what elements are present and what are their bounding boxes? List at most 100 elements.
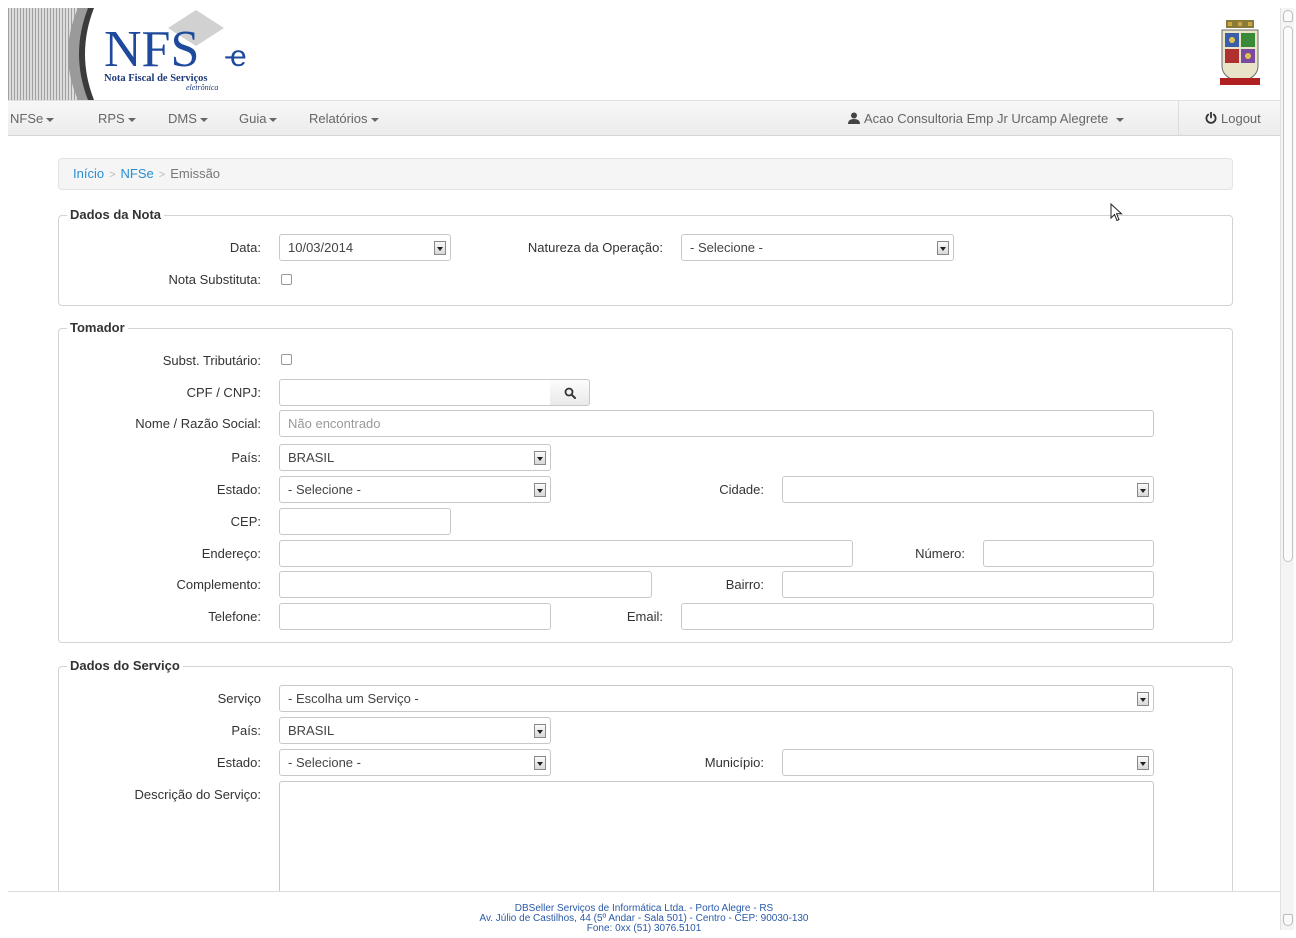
natureza-label: Natureza da Operação: [527, 240, 663, 255]
nav-label: Relatórios [309, 111, 368, 126]
cep-input[interactable] [279, 508, 451, 535]
chevron-down-icon [127, 117, 136, 122]
breadcrumb: Início > NFSe > Emissão [58, 158, 1233, 190]
numero-label: Número: [915, 546, 965, 561]
servico-pais-select[interactable]: BRASIL [279, 717, 551, 744]
dropdown-arrow-icon [534, 724, 546, 738]
chevron-down-icon [199, 117, 208, 122]
complemento-input[interactable] [279, 571, 652, 598]
descricao-label: Descrição do Serviço: [134, 787, 261, 802]
cpf-search-button[interactable] [550, 379, 590, 406]
telefone-input[interactable] [279, 603, 551, 630]
subst-tributario-checkbox[interactable] [281, 354, 292, 365]
page: NFS - e Nota Fiscal de Serviços eletrôni… [8, 8, 1280, 938]
dropdown-arrow-icon [937, 241, 949, 255]
dropdown-arrow-icon [1137, 692, 1149, 706]
svg-text:e: e [230, 40, 247, 73]
nfse-logo: NFS - e Nota Fiscal de Serviços eletrôni… [8, 8, 247, 100]
natureza-value: - Selecione - [690, 240, 763, 255]
nav-label: DMS [168, 111, 197, 126]
complemento-label: Complemento: [176, 577, 261, 592]
servico-value: - Escolha um Serviço - [288, 691, 419, 706]
tomador-fieldset: Tomador Subst. Tributário: CPF / CNPJ: N… [58, 320, 1233, 643]
nav-label: Guia [239, 111, 267, 126]
bairro-label: Bairro: [725, 577, 764, 592]
mouse-cursor-icon [1110, 203, 1123, 222]
scroll-up-arrow-icon[interactable] [1283, 10, 1293, 22]
servico-fieldset: Dados do Serviço Serviço - Escolha um Se… [58, 658, 1233, 926]
email-input[interactable] [681, 603, 1154, 630]
cidade-select[interactable] [782, 476, 1154, 503]
scrollbar-thumb[interactable] [1283, 26, 1293, 562]
servico-legend: Dados do Serviço [67, 658, 183, 674]
dropdown-arrow-icon [1137, 756, 1149, 770]
servico-estado-select[interactable]: - Selecione - [279, 749, 551, 776]
user-menu[interactable]: Acao Consultoria Emp Jr Urcamp Alegrete [848, 101, 1125, 137]
dropdown-arrow-icon [434, 241, 446, 255]
servico-estado-value: - Selecione - [288, 755, 361, 770]
pais-select[interactable]: BRASIL [279, 444, 551, 471]
nota-substituta-label: Nota Substituta: [168, 272, 262, 287]
nav-menu-nfse[interactable]: NFSe [10, 101, 55, 137]
nome-razao-label: Nome / Razão Social: [135, 416, 261, 431]
dados-nota-fieldset: Dados da Nota Data: 10/03/2014 Natureza … [58, 207, 1233, 306]
endereco-label: Endereço: [201, 546, 261, 561]
search-icon [564, 387, 576, 399]
breadcrumb-current: Emissão [170, 166, 221, 181]
natureza-select[interactable]: - Selecione - [681, 234, 954, 261]
chevron-down-icon [1116, 117, 1125, 122]
servico-pais-value: BRASIL [288, 723, 335, 738]
servico-label: Serviço [217, 691, 261, 706]
vertical-scrollbar[interactable] [1280, 8, 1294, 930]
cpf-cnpj-label: CPF / CNPJ: [186, 385, 261, 400]
main-navbar: NFSe RPS DMS Guia Relatórios Acao Consul… [8, 100, 1280, 136]
servico-pais-label: País: [231, 723, 261, 738]
logout-container: Logout [1178, 101, 1280, 136]
data-label: Data: [229, 240, 261, 255]
servico-select[interactable]: - Escolha um Serviço - [279, 685, 1154, 712]
svg-text:NFS: NFS [104, 21, 199, 78]
data-value: 10/03/2014 [288, 240, 354, 255]
footer-phone: Fone: 0xx (51) 3076.5101 [586, 923, 702, 934]
logout-button[interactable]: Logout [1205, 101, 1261, 137]
cidade-label: Cidade: [719, 482, 764, 497]
nav-label: RPS [98, 111, 125, 126]
nav-menu-rps[interactable]: RPS [98, 101, 136, 137]
endereco-input[interactable] [279, 540, 853, 567]
header: NFS - e Nota Fiscal de Serviços eletrôni… [8, 8, 1280, 100]
estado-value: - Selecione - [288, 482, 361, 497]
servico-estado-label: Estado: [216, 755, 261, 770]
dropdown-arrow-icon [1137, 483, 1149, 497]
nav-menu-relatorios[interactable]: Relatórios [309, 101, 379, 137]
breadcrumb-separator: > [109, 169, 116, 181]
nav-menu-guia[interactable]: Guia [239, 101, 278, 137]
municipio-label: Município: [704, 755, 764, 770]
pais-label: País: [231, 450, 261, 465]
user-name: Acao Consultoria Emp Jr Urcamp Alegrete [864, 111, 1109, 126]
nome-razao-input[interactable]: Não encontrado [279, 410, 1154, 437]
breadcrumb-separator: > [158, 169, 166, 181]
data-select[interactable]: 10/03/2014 [279, 234, 451, 261]
telefone-label: Telefone: [208, 609, 261, 624]
cpf-cnpj-input[interactable] [279, 379, 551, 406]
breadcrumb-home-link[interactable]: Início [73, 166, 104, 181]
dados-nota-legend: Dados da Nota [67, 207, 165, 223]
bairro-input[interactable] [782, 571, 1154, 598]
breadcrumb-nfse-link[interactable]: NFSe [121, 166, 154, 181]
nav-menu-dms[interactable]: DMS [168, 101, 208, 137]
estado-select[interactable]: - Selecione - [279, 476, 551, 503]
chevron-down-icon [370, 117, 379, 122]
nota-substituta-checkbox[interactable] [281, 274, 292, 285]
svg-text:eletrônica: eletrônica [186, 83, 218, 92]
email-label: Email: [626, 609, 663, 624]
dropdown-arrow-icon [534, 483, 546, 497]
subst-tributario-label: Subst. Tributário: [162, 353, 261, 368]
municipal-coat-of-arms [1220, 20, 1260, 85]
nav-label: NFSe [10, 111, 44, 126]
municipio-select[interactable] [782, 749, 1154, 776]
numero-input[interactable] [983, 540, 1154, 567]
dropdown-arrow-icon [534, 451, 546, 465]
estado-label: Estado: [216, 482, 261, 497]
scroll-down-arrow-icon[interactable] [1283, 914, 1293, 926]
power-icon [1205, 111, 1217, 124]
